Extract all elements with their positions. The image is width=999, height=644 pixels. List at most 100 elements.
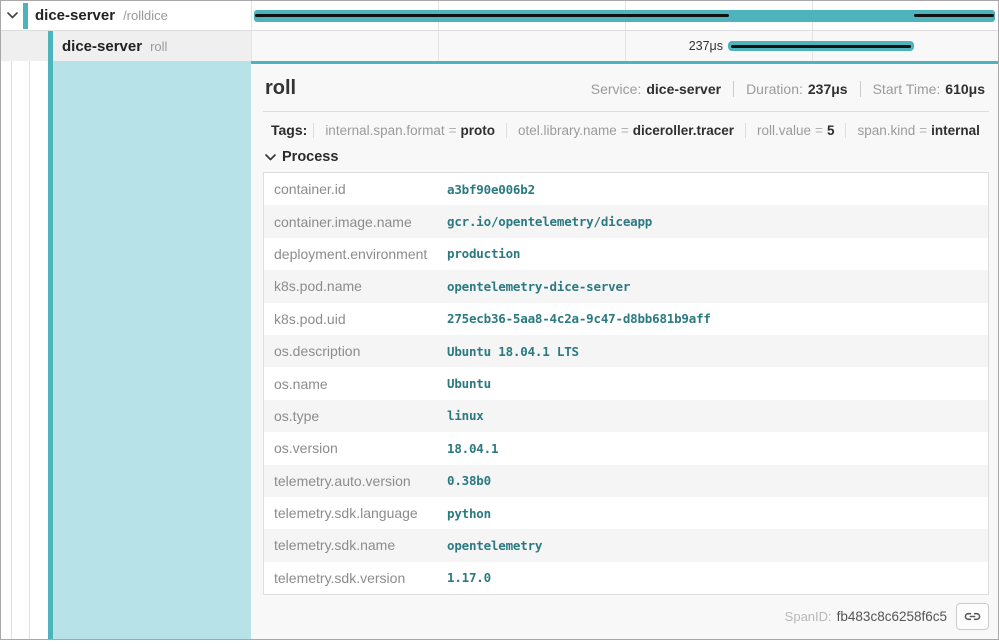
tag-value: internal — [931, 123, 980, 138]
process-key: deployment.environment — [264, 246, 447, 262]
process-key: container.image.name — [264, 214, 447, 230]
process-key: k8s.pod.uid — [264, 311, 447, 327]
tag-equals: = — [815, 123, 823, 138]
process-row: os.nameUbuntu — [264, 367, 988, 399]
span-row-roll-selected[interactable]: dice-server roll 237μs — [1, 31, 998, 61]
tags-toggle[interactable]: Tags: internal.span.format=proto otel.li… — [265, 122, 989, 138]
grid-line — [251, 1, 252, 30]
tag-key: otel.library.name — [518, 123, 617, 138]
process-row: k8s.pod.nameopentelemetry-dice-server — [264, 270, 988, 302]
process-value: gcr.io/opentelemetry/diceapp — [447, 214, 652, 229]
spanid-label: SpanID: — [785, 609, 832, 624]
span-row-rolldice[interactable]: dice-server /rolldice — [1, 1, 998, 31]
process-row: telemetry.sdk.version1.17.0 — [264, 562, 988, 594]
summary-start-time: Start Time:610μs — [860, 81, 987, 97]
span-timeline-cell: 237μs — [251, 31, 998, 61]
process-value: linux — [447, 408, 484, 423]
summary-label: Duration: — [746, 81, 803, 97]
process-row: telemetry.sdk.nameopentelemetry — [264, 529, 988, 561]
tag-item: internal.span.format = proto — [313, 123, 506, 138]
deep-link-button[interactable] — [956, 603, 989, 630]
process-row: k8s.pod.uid275ecb36-5aa8-4c2a-9c47-d8bb6… — [264, 303, 988, 335]
process-row: os.typelinux — [264, 400, 988, 432]
summary-value: 610μs — [945, 81, 985, 97]
span-detail-panel: roll Service:dice-server Duration:237μs … — [251, 61, 998, 639]
process-key: telemetry.auto.version — [264, 473, 447, 489]
service-color-bar — [23, 3, 28, 29]
span-bar-overlay — [914, 14, 994, 17]
process-value: opentelemetry — [447, 538, 542, 553]
tag-item: roll.value = 5 — [745, 123, 845, 138]
process-row: os.descriptionUbuntu 18.04.1 LTS — [264, 335, 988, 367]
process-key: os.version — [264, 440, 447, 456]
process-key: k8s.pod.name — [264, 278, 447, 294]
process-row: container.image.namegcr.io/opentelemetry… — [264, 205, 988, 237]
summary-label: Service: — [591, 81, 642, 97]
span-timeline-cell — [251, 1, 998, 30]
tag-value: proto — [461, 123, 496, 138]
process-toggle[interactable]: Process — [265, 149, 989, 165]
tag-equals: = — [449, 123, 457, 138]
service-color-bar — [48, 31, 53, 61]
jaeger-trace-detail-view: dice-server /rolldice dice-server roll — [0, 0, 999, 640]
process-value: Ubuntu — [447, 376, 491, 391]
grid-line — [625, 31, 626, 61]
grid-line — [438, 31, 439, 61]
process-key: telemetry.sdk.language — [264, 505, 447, 521]
process-key: telemetry.sdk.version — [264, 570, 447, 586]
link-icon — [964, 608, 981, 625]
process-value: python — [447, 506, 491, 521]
service-name: dice-server — [62, 38, 142, 55]
span-duration-label: 237μs — [689, 31, 723, 61]
process-value: 1.17.0 — [447, 570, 491, 585]
process-value: production — [447, 246, 520, 261]
span-bar-overlay — [255, 14, 729, 17]
span-name-column[interactable]: dice-server roll — [1, 31, 251, 61]
summary-label: Start Time: — [873, 81, 941, 97]
span-name-column[interactable]: dice-server /rolldice — [1, 1, 251, 30]
process-value: opentelemetry-dice-server — [447, 279, 630, 294]
detail-header: roll Service:dice-server Duration:237μs … — [263, 64, 989, 112]
detail-footer: SpanID: fb483c8c6258f6c5 — [263, 595, 989, 638]
span-bar-overlay — [731, 45, 911, 48]
tag-key: internal.span.format — [325, 123, 444, 138]
operation-name: /rolldice — [123, 8, 168, 23]
process-table: container.ida3bf90e006b2 container.image… — [263, 172, 989, 595]
process-key: telemetry.sdk.name — [264, 537, 447, 553]
process-key: os.name — [264, 376, 447, 392]
tag-value: 5 — [827, 123, 835, 138]
process-row: telemetry.auto.version0.38b0 — [264, 465, 988, 497]
service-name: dice-server — [35, 7, 115, 24]
tag-key: span.kind — [857, 123, 915, 138]
process-row: os.version18.04.1 — [264, 432, 988, 464]
process-key: container.id — [264, 181, 447, 197]
process-header: Process — [282, 149, 338, 165]
process-row: telemetry.sdk.languagepython — [264, 497, 988, 529]
span-bar-parent[interactable] — [254, 10, 995, 22]
process-value: a3bf90e006b2 — [447, 182, 535, 197]
chevron-down-icon — [265, 154, 276, 161]
indent-guide-line — [29, 61, 30, 639]
collapse-chevron-down-icon[interactable] — [1, 1, 23, 30]
tag-key: roll.value — [757, 123, 811, 138]
tag-equals: = — [919, 123, 927, 138]
summary-service: Service:dice-server — [579, 81, 733, 97]
tag-item: otel.library.name = diceroller.tracer — [506, 123, 745, 138]
summary-value: dice-server — [646, 81, 721, 97]
span-title: roll — [265, 77, 296, 100]
left-gutter — [1, 61, 251, 639]
selected-span-highlight — [53, 61, 251, 639]
process-value: 0.38b0 — [447, 473, 491, 488]
indent-guide-line — [11, 61, 12, 639]
process-value: 275ecb36-5aa8-4c2a-9c47-d8bb681b9aff — [447, 311, 711, 326]
process-row: container.ida3bf90e006b2 — [264, 173, 988, 205]
tag-item: span.kind = internal — [845, 123, 990, 138]
tag-value: diceroller.tracer — [633, 123, 734, 138]
tag-equals: = — [621, 123, 629, 138]
process-row: deployment.environmentproduction — [264, 238, 988, 270]
process-value: Ubuntu 18.04.1 LTS — [447, 344, 579, 359]
summary-duration: Duration:237μs — [733, 81, 860, 97]
span-summary: Service:dice-server Duration:237μs Start… — [579, 81, 987, 97]
span-bar-roll[interactable] — [728, 41, 914, 51]
process-key: os.type — [264, 408, 447, 424]
